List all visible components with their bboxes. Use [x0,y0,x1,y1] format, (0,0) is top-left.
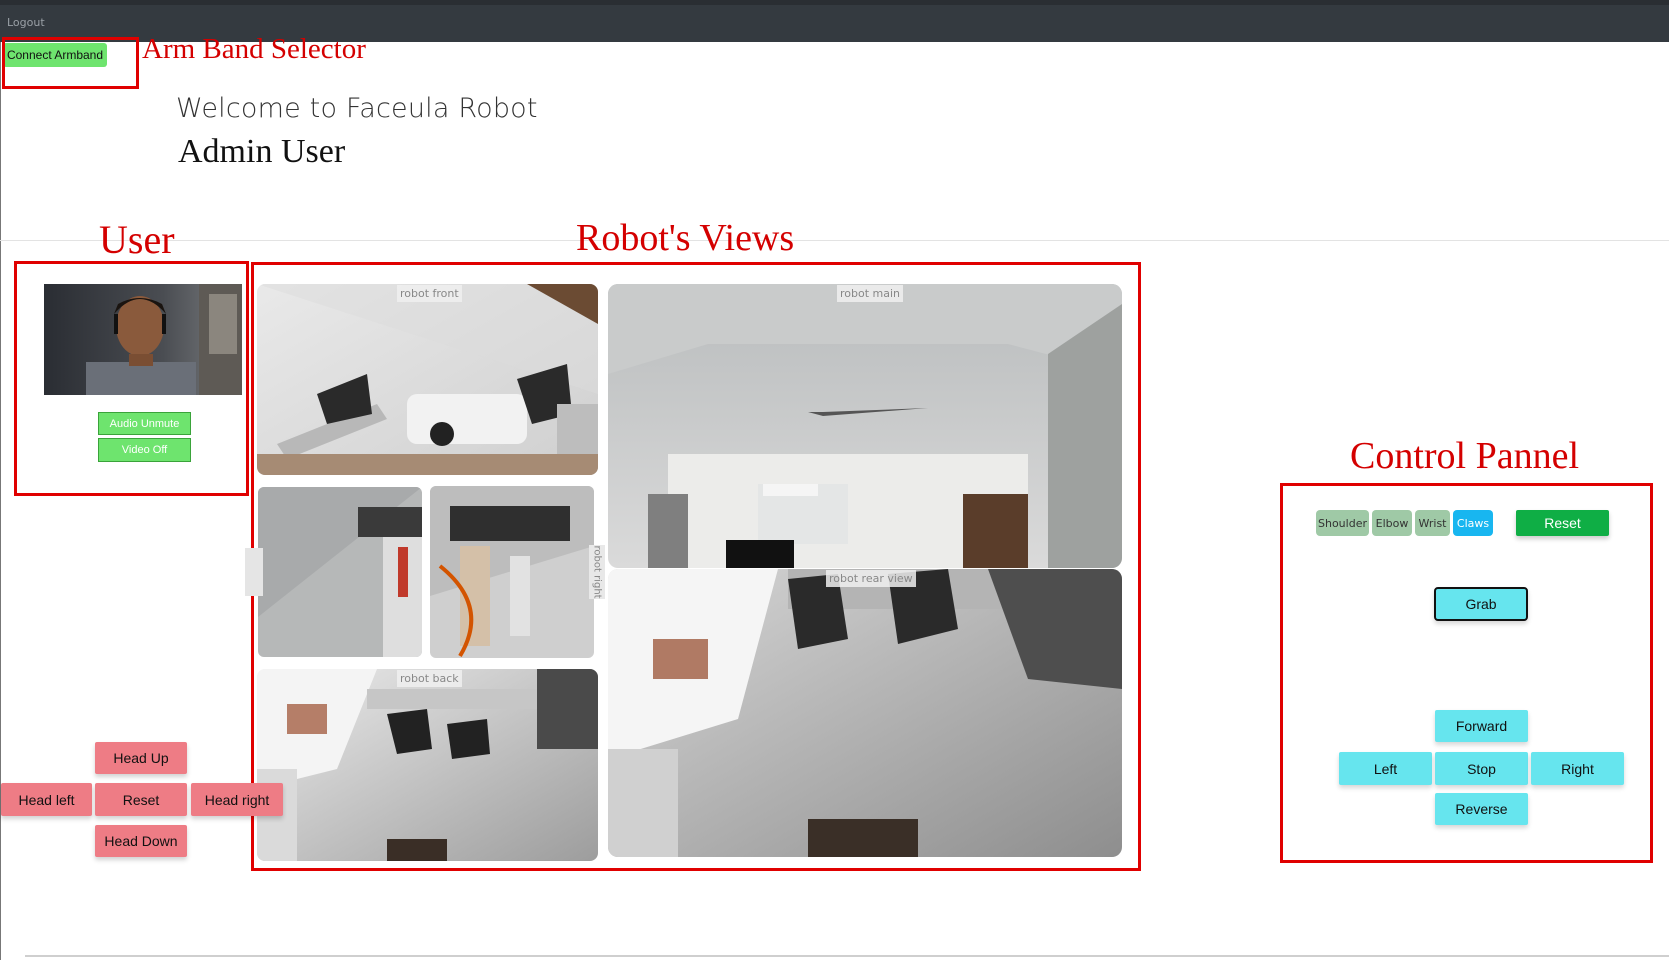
reverse-button[interactable]: Reverse [1435,793,1528,825]
robot-back-image [257,669,598,861]
stop-button[interactable]: Stop [1435,752,1528,785]
head-down-button[interactable]: Head Down [95,825,187,857]
head-up-button[interactable]: Head Up [95,742,187,774]
shoulder-tab[interactable]: Shoulder [1316,510,1369,536]
bottom-scrollbar[interactable] [25,955,1669,957]
robot-front-image [257,284,598,475]
user-annotation-label: User [99,217,175,262]
robot-left-label-tab [245,548,263,596]
robot-right-image [430,486,594,658]
elbow-tab[interactable]: Elbow [1372,510,1412,536]
robot-main-image [608,284,1122,568]
claws-tab[interactable]: Claws [1453,510,1493,536]
left-button[interactable]: Left [1339,752,1432,785]
logout-link[interactable]: Logout [7,16,45,29]
video-off-button[interactable]: Video Off [98,438,191,462]
user-webcam-image [44,284,242,395]
head-left-button[interactable]: Head left [1,783,92,816]
left-border [0,42,1,960]
robot-front-label: robot front [397,285,462,302]
control-panel-annotation-label: Control Pannel [1350,435,1580,477]
robot-front-camera: robot front [257,284,598,475]
robot-left-camera [258,487,422,657]
robot-main-camera: robot main [608,284,1122,568]
header-divider [0,240,1669,241]
welcome-greeting: Welcome to Faceula Robot [176,93,538,124]
user-name-heading: Admin User [178,133,346,170]
forward-button[interactable]: Forward [1435,710,1528,742]
grab-button[interactable]: Grab [1434,587,1528,621]
robot-right-label: robot right [591,545,603,599]
robot-rear-image [608,569,1122,857]
armband-annotation-label: Arm Band Selector [142,33,366,65]
robot-main-label: robot main [837,285,904,302]
robot-back-camera: robot back [257,669,598,861]
armband-annotation-box [2,37,139,89]
control-reset-button[interactable]: Reset [1516,510,1609,536]
robot-rear-camera: robot rear view [608,569,1122,857]
robot-back-label: robot back [397,670,462,687]
robot-left-image [258,487,422,657]
user-webcam-video [44,284,242,395]
robot-rear-label: robot rear view [826,570,916,587]
audio-unmute-button[interactable]: Audio Unmute [98,412,191,435]
robot-views-annotation-label: Robot's Views [576,217,795,259]
right-button[interactable]: Right [1531,752,1624,785]
wrist-tab[interactable]: Wrist [1415,510,1450,536]
head-right-button[interactable]: Head right [191,783,283,816]
robot-right-camera [430,486,594,658]
robot-right-label-tab: robot right [589,545,605,599]
head-reset-button[interactable]: Reset [95,783,187,816]
